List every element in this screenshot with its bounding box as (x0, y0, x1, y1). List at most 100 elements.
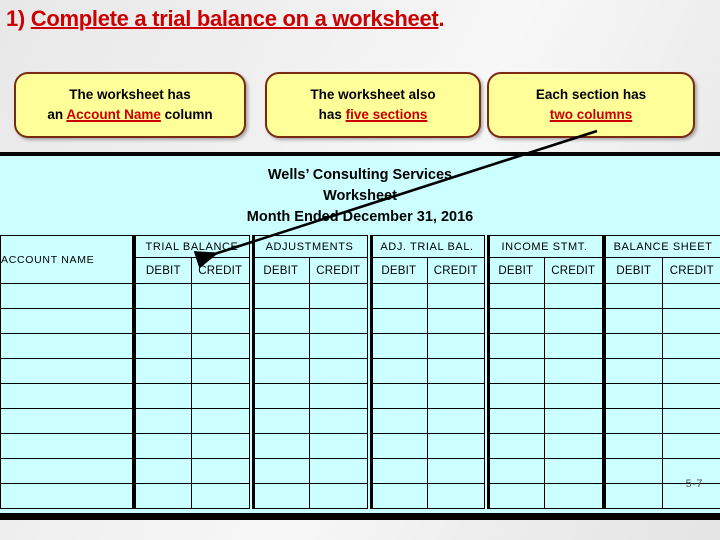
cell-amount[interactable] (483, 283, 546, 309)
cell-amount[interactable] (190, 283, 252, 309)
cell-amount[interactable] (662, 333, 720, 359)
table-row[interactable] (0, 358, 720, 384)
cell-amount[interactable] (544, 433, 605, 459)
cell-account-name[interactable] (0, 333, 134, 359)
cell-amount[interactable] (483, 483, 546, 509)
table-row[interactable] (0, 383, 720, 409)
cell-amount[interactable] (483, 308, 546, 334)
cell-amount[interactable] (248, 408, 311, 434)
cell-amount[interactable] (544, 458, 605, 484)
cell-amount[interactable] (248, 433, 311, 459)
cell-amount[interactable] (427, 458, 487, 484)
cell-amount[interactable] (366, 333, 429, 359)
cell-amount[interactable] (248, 358, 311, 384)
cell-amount[interactable] (483, 433, 546, 459)
cell-amount[interactable] (662, 408, 720, 434)
cell-amount[interactable] (248, 483, 311, 509)
cell-amount[interactable] (366, 483, 429, 509)
cell-amount[interactable] (427, 283, 487, 309)
cell-amount[interactable] (427, 483, 487, 509)
cell-amount[interactable] (248, 283, 311, 309)
cell-amount[interactable] (483, 408, 546, 434)
cell-amount[interactable] (131, 483, 192, 509)
cell-amount[interactable] (309, 383, 370, 409)
cell-amount[interactable] (427, 308, 487, 334)
cell-amount[interactable] (190, 383, 252, 409)
cell-amount[interactable] (483, 358, 546, 384)
cell-amount[interactable] (427, 383, 487, 409)
table-row[interactable] (0, 283, 720, 309)
cell-account-name[interactable] (0, 358, 134, 384)
cell-amount[interactable] (601, 308, 664, 334)
cell-amount[interactable] (544, 308, 605, 334)
cell-amount[interactable] (366, 458, 429, 484)
cell-amount[interactable] (190, 333, 252, 359)
cell-amount[interactable] (309, 308, 370, 334)
table-row[interactable] (0, 433, 720, 459)
cell-amount[interactable] (366, 433, 429, 459)
cell-amount[interactable] (427, 433, 487, 459)
cell-amount[interactable] (601, 408, 664, 434)
cell-amount[interactable] (662, 383, 720, 409)
table-row[interactable] (0, 333, 720, 359)
cell-amount[interactable] (309, 333, 370, 359)
cell-amount[interactable] (366, 283, 429, 309)
cell-amount[interactable] (366, 308, 429, 334)
cell-amount[interactable] (544, 483, 605, 509)
cell-amount[interactable] (309, 433, 370, 459)
table-row[interactable] (0, 483, 720, 509)
cell-amount[interactable] (601, 383, 664, 409)
cell-amount[interactable] (544, 408, 605, 434)
cell-amount[interactable] (190, 358, 252, 384)
cell-amount[interactable] (309, 458, 370, 484)
cell-amount[interactable] (309, 408, 370, 434)
cell-amount[interactable] (427, 333, 487, 359)
cell-amount[interactable] (601, 333, 664, 359)
cell-amount[interactable] (131, 383, 192, 409)
cell-amount[interactable] (483, 458, 546, 484)
cell-amount[interactable] (309, 483, 370, 509)
cell-amount[interactable] (309, 283, 370, 309)
cell-amount[interactable] (248, 458, 311, 484)
cell-amount[interactable] (427, 408, 487, 434)
cell-amount[interactable] (601, 433, 664, 459)
cell-amount[interactable] (248, 333, 311, 359)
table-row[interactable] (0, 458, 720, 484)
cell-account-name[interactable] (0, 408, 134, 434)
cell-amount[interactable] (662, 433, 720, 459)
cell-account-name[interactable] (0, 433, 134, 459)
cell-amount[interactable] (544, 333, 605, 359)
cell-amount[interactable] (366, 383, 429, 409)
cell-amount[interactable] (662, 283, 720, 309)
cell-amount[interactable] (544, 283, 605, 309)
cell-account-name[interactable] (0, 458, 134, 484)
cell-amount[interactable] (131, 458, 192, 484)
cell-account-name[interactable] (0, 383, 134, 409)
cell-amount[interactable] (544, 358, 605, 384)
cell-amount[interactable] (190, 483, 252, 509)
cell-amount[interactable] (131, 283, 192, 309)
cell-account-name[interactable] (0, 483, 134, 509)
cell-amount[interactable] (544, 383, 605, 409)
cell-amount[interactable] (662, 358, 720, 384)
cell-amount[interactable] (366, 358, 429, 384)
cell-amount[interactable] (190, 458, 252, 484)
cell-amount[interactable] (190, 308, 252, 334)
cell-amount[interactable] (601, 358, 664, 384)
cell-amount[interactable] (190, 408, 252, 434)
cell-amount[interactable] (131, 358, 192, 384)
cell-amount[interactable] (601, 458, 664, 484)
cell-amount[interactable] (248, 383, 311, 409)
cell-amount[interactable] (309, 358, 370, 384)
cell-amount[interactable] (131, 308, 192, 334)
cell-amount[interactable] (131, 433, 192, 459)
cell-account-name[interactable] (0, 308, 134, 334)
cell-amount[interactable] (601, 483, 664, 509)
cell-amount[interactable] (248, 308, 311, 334)
cell-amount[interactable] (131, 408, 192, 434)
cell-amount[interactable] (483, 383, 546, 409)
table-row[interactable] (0, 408, 720, 434)
cell-amount[interactable] (601, 283, 664, 309)
table-row[interactable] (0, 308, 720, 334)
cell-amount[interactable] (483, 333, 546, 359)
